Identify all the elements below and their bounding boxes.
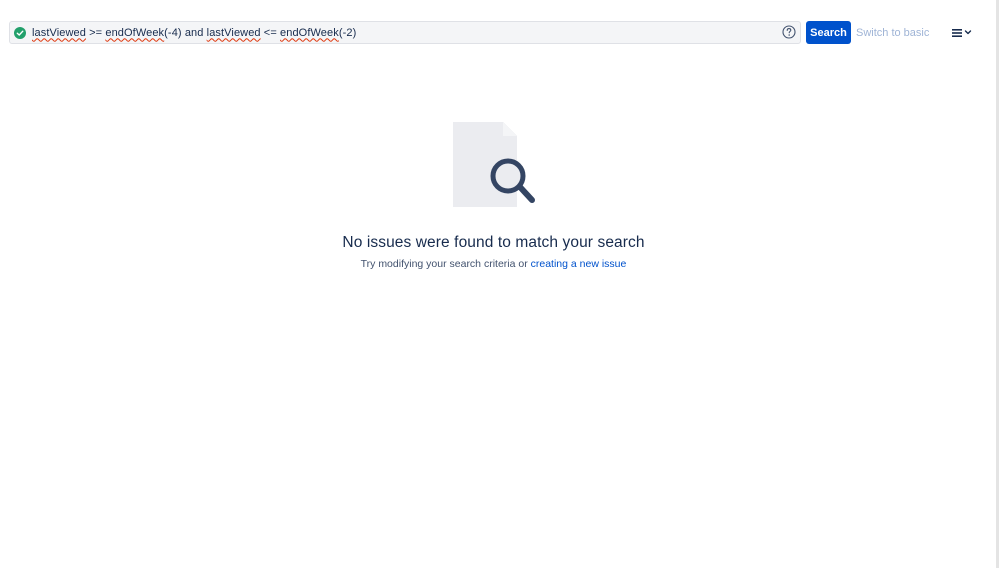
create-issue-link[interactable]: creating a new issue (531, 258, 627, 270)
switch-to-basic-link[interactable]: Switch to basic (856, 27, 929, 39)
hamburger-menu-icon (952, 29, 972, 37)
issue-search-page: lastViewed >= endOfWeek(-4) and lastView… (0, 0, 999, 568)
document-search-icon (453, 122, 535, 207)
empty-state-title: No issues were found to match your searc… (342, 234, 645, 251)
search-button[interactable]: Search (806, 21, 851, 44)
query-function-2: endOfWeek (280, 26, 339, 39)
query-operator-1: >= (86, 26, 106, 39)
query-args-2: (-2) (338, 26, 357, 39)
view-options-menu[interactable] (950, 26, 976, 40)
jql-query-text: lastViewed >= endOfWeek(-4) and lastView… (32, 27, 356, 39)
jql-query-input[interactable]: lastViewed >= endOfWeek(-4) and lastView… (9, 21, 801, 44)
query-function-1: endOfWeek (105, 26, 165, 39)
empty-state-subtitle: Try modifying your search criteria or cr… (0, 258, 987, 270)
empty-state-subtitle-text: Try modifying your search criteria or (360, 258, 531, 270)
question-circle-icon[interactable] (780, 23, 798, 41)
query-args-1: (-4) and (164, 26, 207, 39)
check-circle-icon (14, 26, 26, 39)
query-field-1: lastViewed (32, 26, 86, 39)
query-operator-2: <= (260, 26, 281, 39)
query-field-2: lastViewed (206, 26, 261, 39)
